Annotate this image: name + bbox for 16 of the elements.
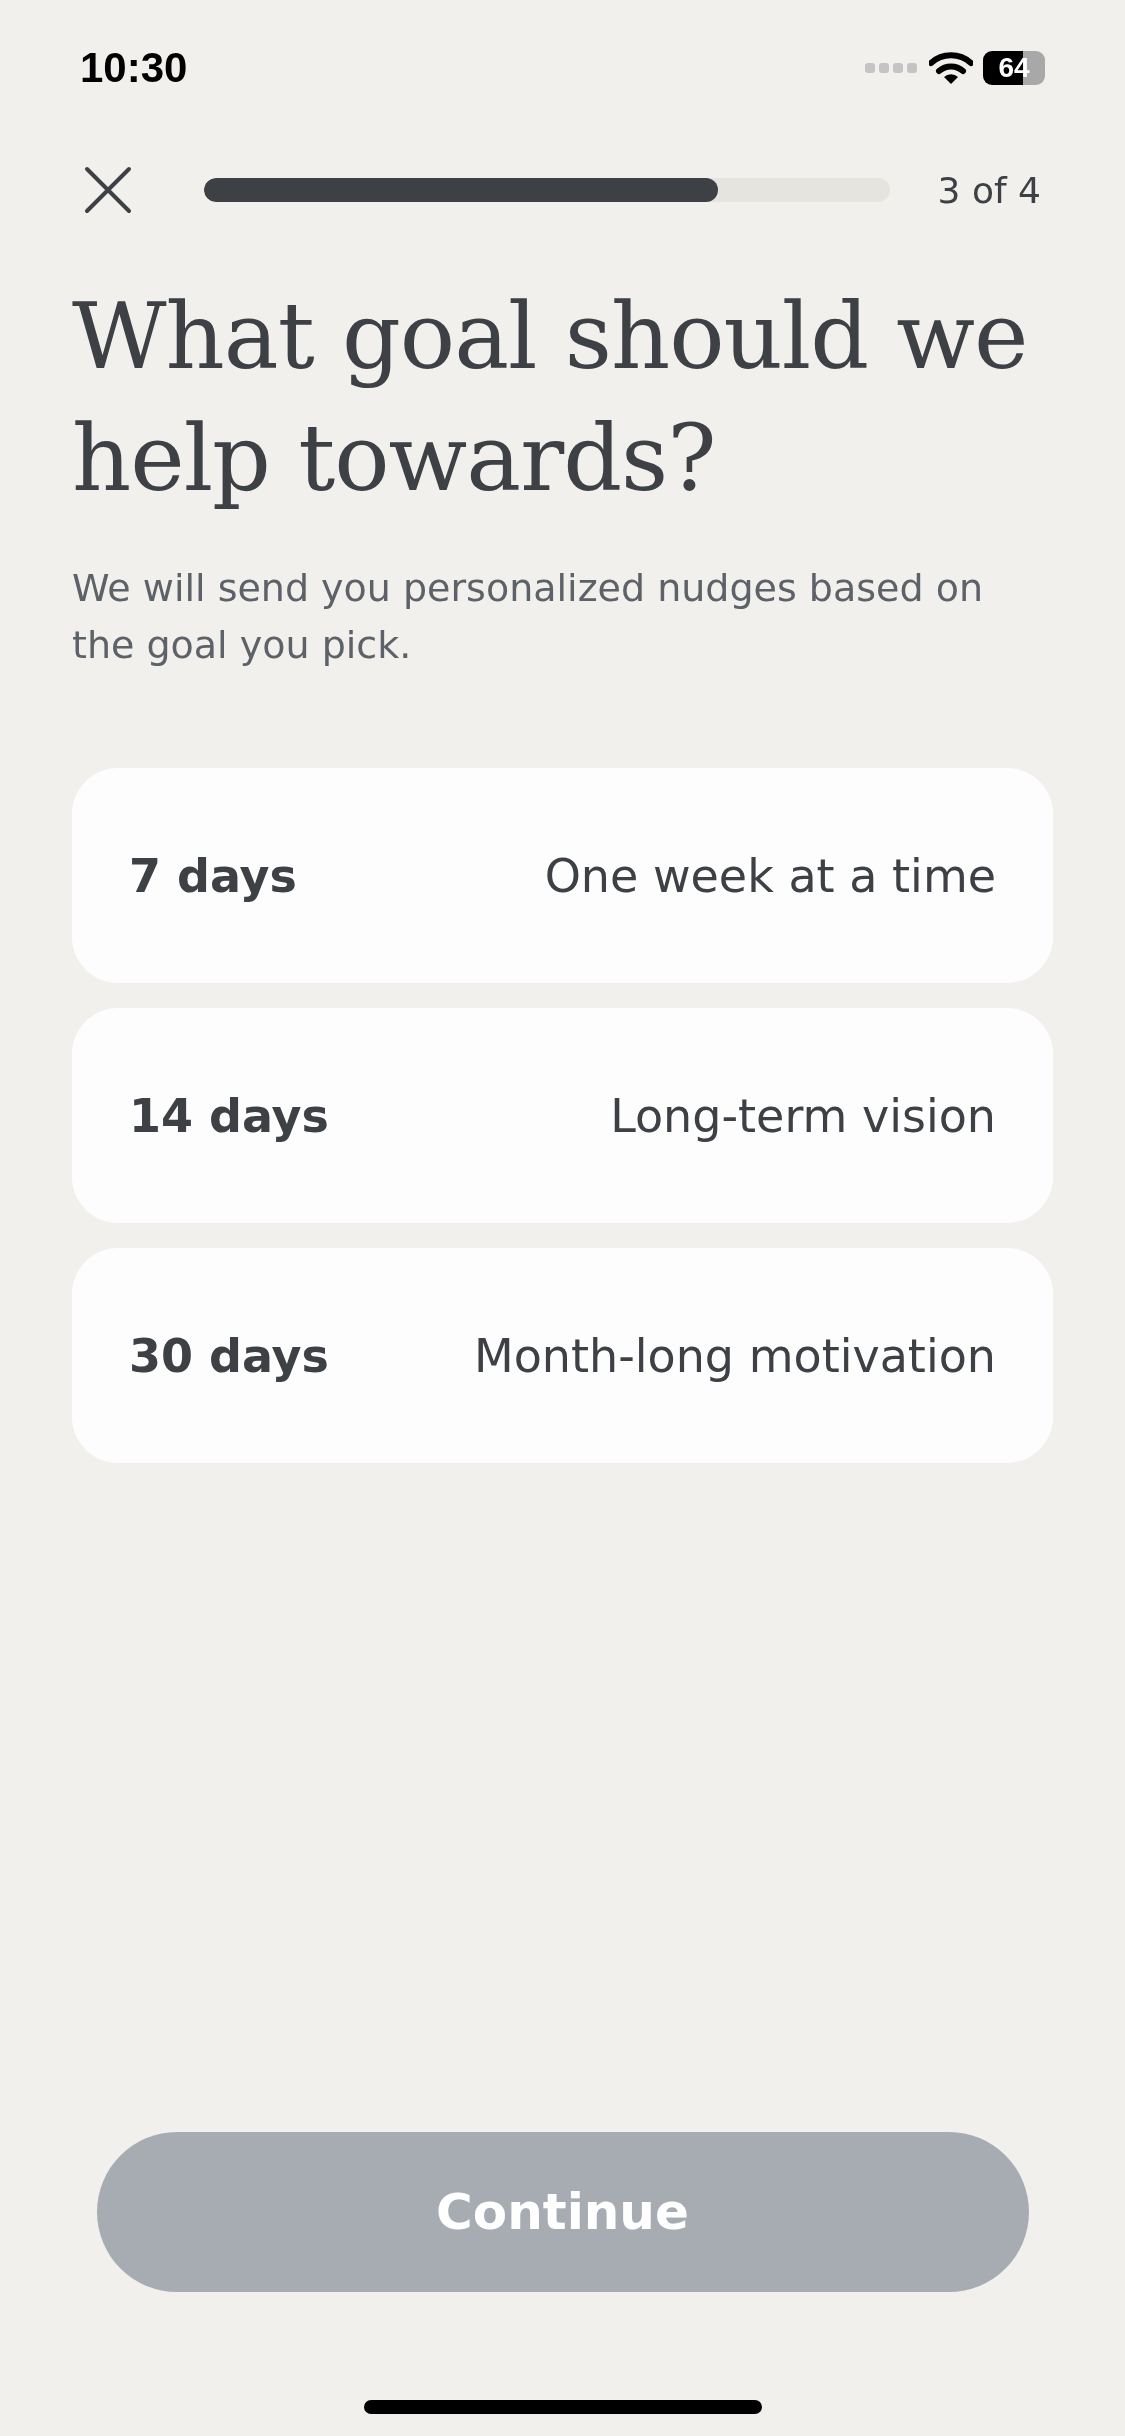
- option-duration: 30 days: [129, 1328, 329, 1383]
- goal-option[interactable]: 30 days Month-long motivation: [72, 1248, 1053, 1463]
- goal-option[interactable]: 7 days One week at a time: [72, 768, 1053, 983]
- step-counter: 3 of 4: [937, 169, 1041, 211]
- goal-option[interactable]: 14 days Long-term vision: [72, 1008, 1053, 1223]
- close-icon: [84, 166, 132, 214]
- option-description: Long-term vision: [610, 1088, 996, 1143]
- wifi-icon: [929, 51, 973, 85]
- signal-icon: [865, 60, 919, 76]
- status-time: 10:30: [80, 44, 188, 92]
- page-subtitle: We will send you personalized nudges based on the goal you pick.: [72, 565, 984, 669]
- option-description: One week at a time: [544, 848, 996, 903]
- option-description: Month-long motivation: [474, 1328, 996, 1383]
- option-duration: 14 days: [129, 1088, 329, 1143]
- option-duration: 7 days: [129, 848, 297, 903]
- page-title: What goal should we help towards?: [72, 282, 1029, 514]
